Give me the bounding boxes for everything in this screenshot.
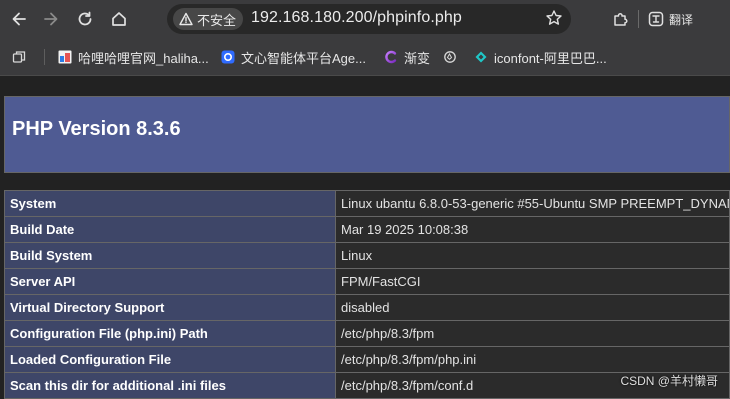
row-value: Mar 19 2025 10:08:38 [335, 216, 730, 243]
table-row: System Linux ubantu 6.8.0-53-generic #55-… [4, 190, 730, 217]
row-key: Scan this dir for additional .ini files [4, 372, 336, 399]
security-indicator[interactable]: 不安全 [173, 8, 243, 30]
bookmarks-separator [44, 49, 45, 65]
bookmark-star-button[interactable] [545, 9, 563, 32]
php-version-header: PHP Version 8.3.6 [4, 96, 730, 173]
table-row: Server API FPM/FastCGI [4, 268, 730, 295]
bookmarks-bar: 哈哩哈哩官网_haliha... 文心智能体平台Age... 渐变 iconfo… [0, 38, 730, 76]
table-row: Loaded Configuration File/etc/php/8.3/fp… [4, 346, 730, 373]
table-row: Build System Linux [4, 242, 730, 269]
bookmark-item[interactable]: 文心智能体平台Age... [221, 48, 366, 66]
bookmark-label: 文心智能体平台Age... [241, 50, 366, 66]
row-key: Build Date [4, 216, 336, 243]
row-key: Loaded Configuration File [4, 346, 336, 373]
translate-icon [648, 11, 664, 27]
reload-icon [78, 11, 92, 26]
iconfont-icon [475, 51, 487, 63]
page-content: PHP Version 8.3.6 System Linux ubantu 6.8… [0, 77, 730, 399]
warning-icon [179, 12, 193, 26]
puzzle-icon [614, 13, 628, 26]
back-button[interactable] [6, 6, 32, 32]
arrow-right-icon [44, 12, 58, 26]
star-icon [546, 10, 562, 25]
bookmark-item[interactable]: iconfont-阿里巴巴... [474, 48, 607, 66]
row-key: System [4, 190, 336, 217]
url-text[interactable]: 192.168.180.200/phpinfo.php [251, 9, 462, 27]
bookmark-label: 渐变 [404, 50, 431, 66]
haliha-favicon-icon [58, 50, 72, 64]
row-key: Configuration File (php.ini) Path [4, 320, 336, 347]
bookmark-label: 哈哩哈哩官网_haliha... [78, 50, 209, 66]
address-bar[interactable]: 不安全 192.168.180.200/phpinfo.php [167, 4, 571, 34]
table-row: Virtual Directory Support disabled [4, 294, 730, 321]
arrow-left-icon [12, 12, 26, 26]
row-value: /etc/php/8.3/fpm/php.ini [335, 346, 730, 373]
watermark: CSDN @羊村懒哥 [620, 374, 718, 388]
toolbar-right: 翻译 [612, 6, 693, 32]
extensions-button[interactable] [612, 10, 630, 28]
forward-button[interactable] [38, 6, 64, 32]
phpinfo-table: System Linux ubantu 6.8.0-53-generic #55-… [4, 190, 730, 399]
tabs-overview-icon [12, 51, 26, 63]
browser-toolbar: 不安全 192.168.180.200/phpinfo.php 翻译 [0, 0, 730, 38]
translate-button[interactable]: 翻译 [647, 10, 693, 28]
bookmark-item[interactable]: 哈哩哈哩官网_haliha... [58, 48, 209, 66]
page-title: PHP Version 8.3.6 [12, 118, 181, 140]
bookmark-item[interactable]: 渐变 [384, 48, 430, 66]
row-value: /etc/php/8.3/fpm [335, 320, 730, 347]
row-key: Virtual Directory Support [4, 294, 336, 321]
bookmark-item[interactable] [443, 48, 463, 66]
row-value: FPM/FastCGI [335, 268, 730, 295]
reload-button[interactable] [72, 6, 98, 32]
wenxin-favicon-icon [221, 50, 235, 64]
table-row: Configuration File (php.ini) Path/etc/ph… [4, 320, 730, 347]
row-value: disabled [335, 294, 730, 321]
home-button[interactable] [106, 6, 132, 32]
table-row: Build Date Mar 19 2025 10:08:38 [4, 216, 730, 243]
gradient-c-icon [385, 50, 397, 64]
home-icon [112, 12, 126, 26]
row-value: Linux ubantu 6.8.0-53-generic #55-Ubuntu… [335, 190, 730, 217]
toolbar-divider [638, 10, 639, 28]
bookmark-label: iconfont-阿里巴巴... [494, 50, 607, 66]
row-key: Build System [4, 242, 336, 269]
tab-search-button[interactable] [12, 48, 26, 66]
translate-label: 翻译 [669, 12, 694, 27]
row-value: Linux [335, 242, 730, 269]
openai-icon [444, 51, 456, 63]
security-label: 不安全 [197, 12, 237, 28]
row-key: Server API [4, 268, 336, 295]
